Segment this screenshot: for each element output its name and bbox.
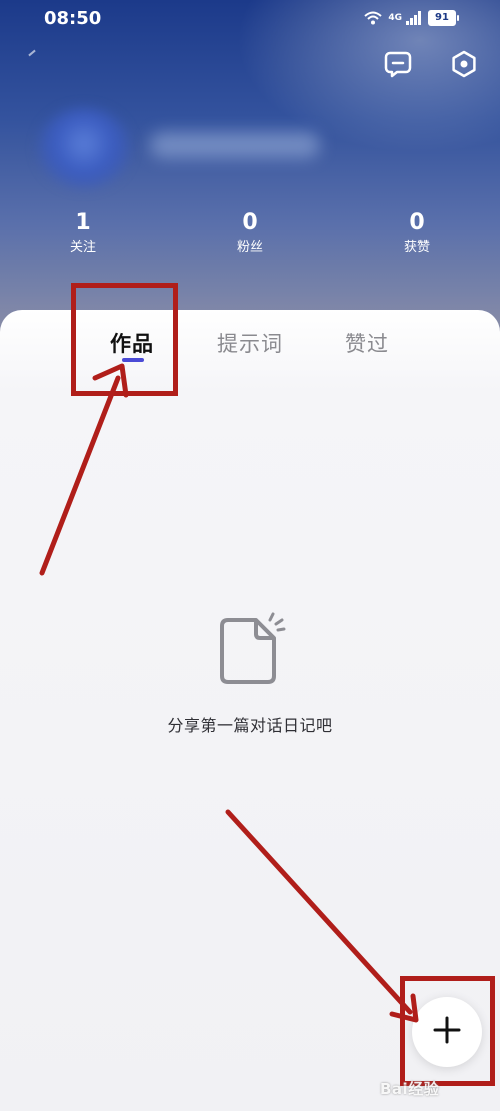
profile-stats: 1 关注 0 粉丝 0 获赞: [0, 210, 500, 270]
tab-liked[interactable]: 赞过: [345, 328, 389, 358]
stat-following-value: 1: [75, 210, 91, 235]
tab-prompts[interactable]: 提示词: [217, 328, 283, 358]
document-icon: [218, 608, 288, 692]
battery-icon: 91: [428, 10, 459, 26]
stat-fans-value: 0: [242, 210, 258, 235]
stat-fans[interactable]: 0 粉丝: [205, 210, 295, 258]
stat-fans-label: 粉丝: [236, 240, 263, 255]
avatar[interactable]: [38, 108, 130, 188]
message-icon: [383, 49, 413, 83]
watermark: Bai经验: [380, 1080, 440, 1098]
annotation-box-create-button: [400, 976, 495, 1086]
settings-button[interactable]: [446, 48, 482, 84]
signal-icon: [406, 11, 422, 25]
stat-likes-value: 0: [409, 210, 425, 235]
status-time: 08:50: [44, 8, 102, 29]
settings-icon: [449, 49, 479, 83]
wifi-icon: [364, 11, 383, 25]
network-type: 4G: [388, 13, 402, 23]
status-icons: 4G 91: [364, 9, 459, 27]
username-blurred: [150, 132, 320, 158]
annotation-box-works-tab: [71, 283, 178, 396]
stat-likes-label: 获赞: [403, 240, 430, 255]
stat-following[interactable]: 1 关注: [38, 210, 128, 258]
message-button[interactable]: [380, 48, 416, 84]
stat-following-label: 关注: [69, 240, 96, 255]
status-bar: 08:50 4G 91: [0, 0, 500, 38]
empty-state-text: 分享第一篇对话日记吧: [167, 716, 333, 735]
stat-likes[interactable]: 0 获赞: [372, 210, 462, 258]
